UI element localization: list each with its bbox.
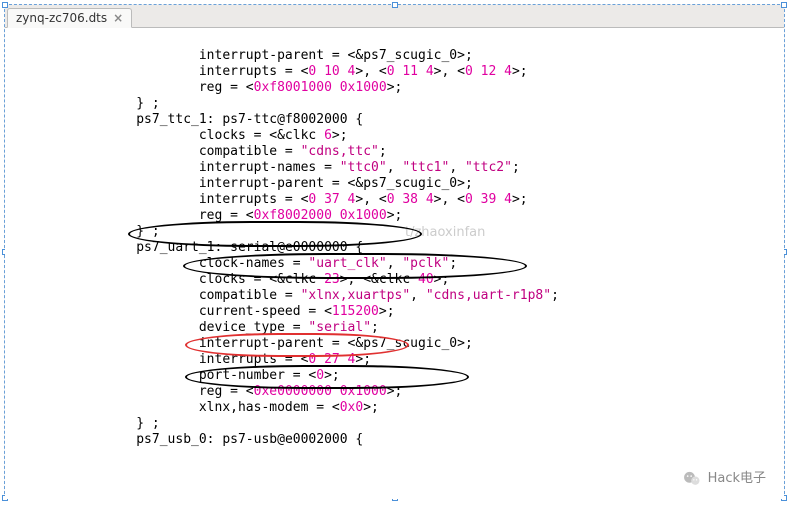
code-line: interrupt-parent = <&ps7_scugic_0>;: [199, 176, 473, 191]
brand-label: Hack电子: [708, 471, 766, 487]
code-line: compatible = "xlnx,xuartps", "cdns,uart-…: [199, 288, 559, 303]
brand-footer: Hack电子: [682, 469, 766, 489]
code-line: reg = <0xe0000000 0x1000>;: [199, 384, 403, 399]
code-line: ps7_ttc_1: ps7-ttc@f8002000 {: [136, 112, 363, 127]
code-line: } ;: [136, 224, 159, 239]
tab-filename: zynq-zc706.dts: [16, 11, 107, 25]
code-line: interrupts = <0 10 4>, <0 11 4>, <0 12 4…: [199, 64, 528, 79]
code-line: } ;: [136, 96, 159, 111]
code-line: xlnx,has-modem = <0x0>;: [199, 400, 379, 415]
code-line: current-speed = <115200>;: [199, 304, 395, 319]
watermark-text: t/zhaoxinfan: [405, 225, 485, 241]
code-editor[interactable]: interrupt-parent = <&ps7_scugic_0>; inte…: [5, 28, 784, 499]
wechat-icon: [682, 469, 702, 489]
code-line: clock-names = "uart_clk", "pclk";: [199, 256, 457, 271]
resize-handle[interactable]: [781, 2, 787, 8]
code-line: ps7_uart_1: serial@e0000000 {: [136, 240, 363, 255]
code-line: device_type = "serial";: [199, 320, 379, 335]
code-line: interrupt-parent = <&ps7_scugic_0>;: [199, 336, 473, 351]
code-line: interrupts = <0 37 4>, <0 38 4>, <0 39 4…: [199, 192, 528, 207]
code-line: clocks = <&clkc 23>, <&clkc 40>;: [199, 272, 449, 287]
code-line: interrupts = <0 27 4>;: [199, 352, 371, 367]
code-line: } ;: [136, 416, 159, 431]
code-line: interrupt-names = "ttc0", "ttc1", "ttc2"…: [199, 160, 520, 175]
code-line: compatible = "cdns,ttc";: [199, 144, 387, 159]
resize-handle[interactable]: [2, 2, 8, 8]
tab-file[interactable]: zynq-zc706.dts ×: [7, 8, 132, 28]
close-icon[interactable]: ×: [113, 12, 123, 24]
code-line: port-number = <0>;: [199, 368, 340, 383]
resize-handle[interactable]: [392, 2, 398, 8]
code-line: reg = <0xf8001000 0x1000>;: [199, 80, 403, 95]
code-line: clocks = <&clkc 6>;: [199, 128, 348, 143]
code-line: reg = <0xf8002000 0x1000>;: [199, 208, 403, 223]
editor-window: zynq-zc706.dts × interrupt-parent = <&ps…: [4, 4, 785, 499]
code-line: ps7_usb_0: ps7-usb@e0002000 {: [136, 432, 363, 447]
tab-bar: zynq-zc706.dts ×: [5, 5, 784, 28]
code-line: interrupt-parent = <&ps7_scugic_0>;: [199, 48, 473, 63]
